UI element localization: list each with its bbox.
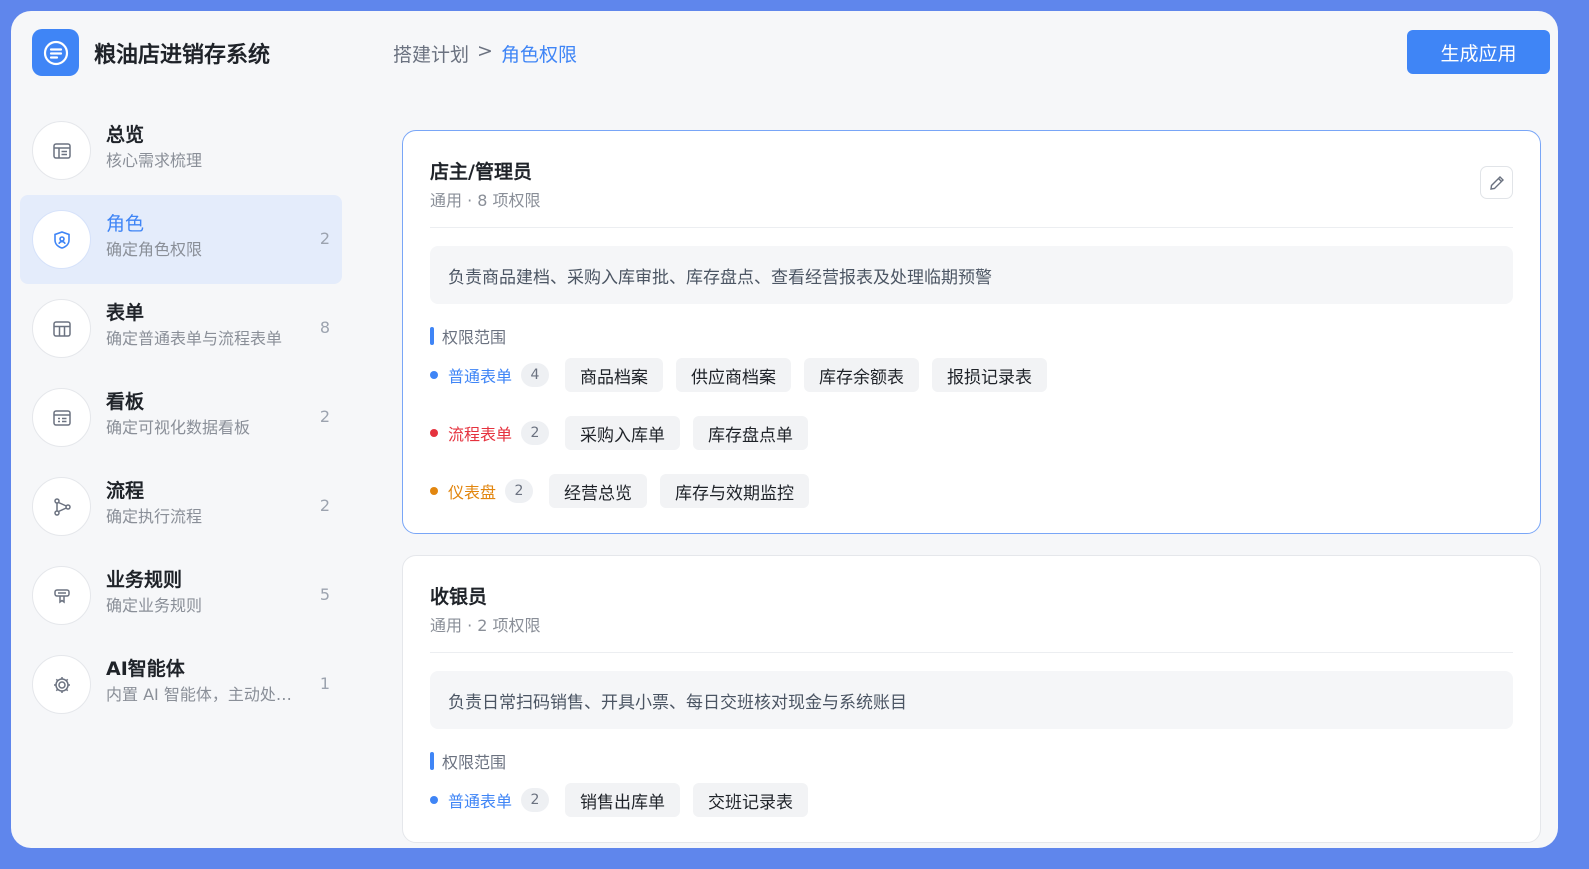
role-meta: 通用 · 2 项权限 bbox=[430, 616, 541, 635]
sidebar-item-subtitle: 确定角色权限 bbox=[106, 240, 203, 259]
permission-tag[interactable]: 经营总览 bbox=[549, 474, 648, 508]
sidebar-item-subtitle: 确定执行流程 bbox=[106, 507, 203, 526]
sidebar-item-dashboards[interactable]: 看板 确定可视化数据看板 2 bbox=[20, 373, 342, 462]
pencil-icon bbox=[1489, 175, 1504, 190]
role-card-owner[interactable]: 店主/管理员 通用 · 8 项权限 负责商品建档、采购入库审批、库存盘点、查看经… bbox=[402, 130, 1541, 534]
category-dot bbox=[430, 429, 438, 437]
sidebar-item-count: 2 bbox=[319, 496, 330, 515]
permission-tag[interactable]: 报损记录表 bbox=[932, 358, 1048, 392]
sidebar-item-count: 2 bbox=[319, 229, 330, 248]
role-description: 负责商品建档、采购入库审批、库存盘点、查看经营报表及处理临期预警 bbox=[430, 246, 1513, 304]
sidebar-item-roles[interactable]: 角色 确定角色权限 2 bbox=[20, 195, 342, 284]
role-name: 店主/管理员 bbox=[430, 161, 532, 183]
permission-scope-heading: 权限范围 bbox=[430, 324, 506, 348]
sidebar-item-count: 2 bbox=[319, 407, 330, 426]
card-divider bbox=[430, 652, 1513, 653]
permission-tag[interactable]: 商品档案 bbox=[565, 358, 664, 392]
permission-tag[interactable]: 库存余额表 bbox=[804, 358, 920, 392]
sidebar-item-title: 业务规则 bbox=[106, 569, 183, 591]
breadcrumb: 搭建计划 > 角色权限 bbox=[393, 40, 577, 67]
permission-tag[interactable]: 交班记录表 bbox=[693, 783, 809, 817]
sidebar-item-count: 1 bbox=[319, 674, 330, 693]
permission-scope-heading: 权限范围 bbox=[430, 749, 506, 773]
overview-icon bbox=[32, 121, 91, 180]
sidebar-item-ai-agent[interactable]: AI智能体 内置 AI 智能体，主动处理业务 1 bbox=[20, 640, 342, 729]
generate-app-button[interactable]: 生成应用 bbox=[1407, 30, 1550, 74]
role-card-cashier[interactable]: 收银员 通用 · 2 项权限 负责日常扫码销售、开具小票、每日交班核对现金与系统… bbox=[402, 555, 1541, 843]
sidebar-item-title: AI智能体 bbox=[106, 658, 185, 680]
permission-category-row: 仪表盘 2 经营总览 库存与效期监控 bbox=[430, 474, 822, 508]
category-label: 普通表单 bbox=[448, 792, 513, 811]
role-name: 收银员 bbox=[430, 586, 488, 608]
category-label: 流程表单 bbox=[448, 425, 513, 444]
sidebar-item-title: 看板 bbox=[106, 391, 145, 413]
permission-scope-title: 权限范围 bbox=[442, 753, 507, 772]
permission-tag[interactable]: 库存盘点单 bbox=[693, 416, 809, 450]
permission-tag[interactable]: 销售出库单 bbox=[565, 783, 681, 817]
category-count-badge: 4 bbox=[521, 363, 550, 387]
accent-bar bbox=[430, 752, 434, 770]
role-meta: 通用 · 8 项权限 bbox=[430, 191, 541, 210]
flow-icon bbox=[32, 477, 91, 536]
sidebar-item-subtitle: 内置 AI 智能体，主动处理业务 bbox=[106, 685, 302, 704]
app-logo-icon bbox=[32, 29, 79, 76]
breadcrumb-separator: > bbox=[477, 40, 493, 62]
category-count-badge: 2 bbox=[521, 788, 550, 812]
sidebar-item-subtitle: 确定可视化数据看板 bbox=[106, 418, 251, 437]
permission-category-row: 普通表单 4 商品档案 供应商档案 库存余额表 报损记录表 bbox=[430, 358, 1060, 392]
rule-icon bbox=[32, 566, 91, 625]
dashboard-icon bbox=[32, 388, 91, 447]
permission-tag[interactable]: 采购入库单 bbox=[565, 416, 681, 450]
category-label: 普通表单 bbox=[448, 367, 513, 386]
sidebar-item-title: 流程 bbox=[106, 480, 145, 502]
sidebar-item-subtitle: 核心需求梳理 bbox=[106, 151, 203, 170]
sidebar-item-count: 5 bbox=[319, 585, 330, 604]
permission-category-row: 流程表单 2 采购入库单 库存盘点单 bbox=[430, 416, 821, 450]
role-description: 负责日常扫码销售、开具小票、每日交班核对现金与系统账目 bbox=[430, 671, 1513, 729]
app-window: 粮油店进销存系统 搭建计划 > 角色权限 生成应用 总览 核心需求梳理 角色 确… bbox=[11, 11, 1558, 848]
breadcrumb-parent[interactable]: 搭建计划 bbox=[393, 40, 469, 67]
sidebar-item-forms[interactable]: 表单 确定普通表单与流程表单 8 bbox=[20, 284, 342, 373]
sidebar-nav: 总览 核心需求梳理 角色 确定角色权限 2 表单 确定普通表单与流程表单 8 看… bbox=[20, 106, 342, 729]
edit-role-button[interactable] bbox=[1480, 166, 1513, 199]
form-table-icon bbox=[32, 299, 91, 358]
category-dot bbox=[430, 796, 438, 804]
permission-category-row: 普通表单 2 销售出库单 交班记录表 bbox=[430, 783, 821, 817]
sidebar-item-count: 8 bbox=[319, 318, 330, 337]
sidebar-item-subtitle: 确定业务规则 bbox=[106, 596, 203, 615]
category-count-badge: 2 bbox=[521, 421, 550, 445]
permission-tag[interactable]: 库存与效期监控 bbox=[660, 474, 810, 508]
category-label: 仪表盘 bbox=[448, 483, 497, 502]
accent-bar bbox=[430, 327, 434, 345]
sidebar-item-overview[interactable]: 总览 核心需求梳理 bbox=[20, 106, 342, 195]
sidebar-item-business-rules[interactable]: 业务规则 确定业务规则 5 bbox=[20, 551, 342, 640]
role-shield-icon bbox=[32, 210, 91, 269]
permission-tag[interactable]: 供应商档案 bbox=[676, 358, 792, 392]
sidebar-item-flows[interactable]: 流程 确定执行流程 2 bbox=[20, 462, 342, 551]
sidebar-item-title: 总览 bbox=[106, 124, 145, 146]
sidebar-item-title: 角色 bbox=[106, 213, 145, 235]
permission-scope-title: 权限范围 bbox=[442, 328, 507, 347]
category-dot bbox=[430, 487, 438, 495]
card-divider bbox=[430, 227, 1513, 228]
app-title: 粮油店进销存系统 bbox=[94, 43, 271, 68]
breadcrumb-current: 角色权限 bbox=[500, 44, 577, 66]
sidebar-item-subtitle: 确定普通表单与流程表单 bbox=[106, 329, 283, 348]
category-dot bbox=[430, 371, 438, 379]
sidebar-item-title: 表单 bbox=[106, 302, 145, 324]
category-count-badge: 2 bbox=[505, 479, 534, 503]
ai-gear-icon bbox=[32, 655, 91, 714]
